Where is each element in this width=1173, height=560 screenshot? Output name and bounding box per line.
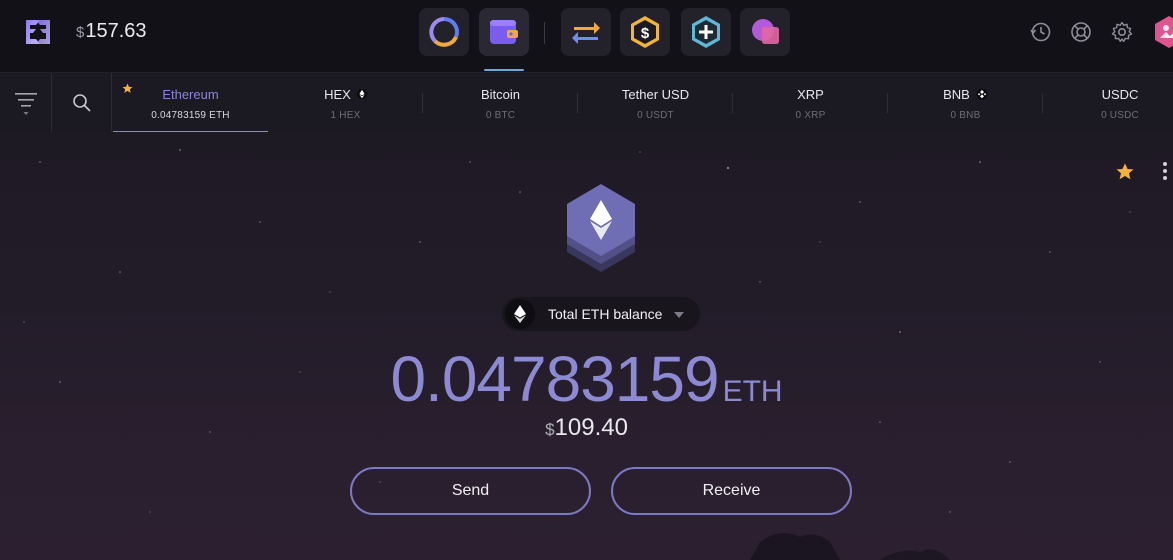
portfolio-value: 157.63 bbox=[85, 20, 147, 42]
asset-tab-balance: 1 HEX bbox=[330, 110, 361, 121]
history-button[interactable] bbox=[1029, 20, 1053, 44]
profile-avatar-icon bbox=[1155, 16, 1173, 48]
filter-icon bbox=[14, 93, 37, 115]
settings-button[interactable] bbox=[1110, 20, 1134, 44]
asset-tab-name: Ethereum bbox=[162, 87, 219, 102]
active-app-indicator bbox=[484, 69, 524, 71]
asset-tab-name: USDC bbox=[1101, 87, 1139, 102]
asset-tab-balance: 0.04783159 ETH bbox=[151, 110, 230, 121]
plus-app-button[interactable] bbox=[681, 8, 731, 56]
support-button[interactable] bbox=[1069, 20, 1093, 44]
portfolio-app-button[interactable] bbox=[419, 8, 469, 56]
blob-app-button[interactable] bbox=[740, 8, 790, 56]
receive-button[interactable]: Receive bbox=[611, 467, 852, 515]
exchange-app-button[interactable] bbox=[561, 8, 611, 56]
history-icon bbox=[1030, 22, 1051, 42]
asset-tab-bitcoin[interactable]: Bitcoin 0 BTC bbox=[423, 73, 578, 133]
chevron-down-icon bbox=[674, 305, 685, 323]
dollar-app-button[interactable]: $ bbox=[620, 8, 670, 56]
wallet-app-button[interactable] bbox=[479, 8, 529, 56]
balance-type-label: Total ETH balance bbox=[548, 306, 663, 322]
purple-blob-app-icon bbox=[752, 19, 779, 44]
profile-button[interactable] bbox=[1152, 14, 1173, 50]
fiat-currency: $ bbox=[545, 420, 555, 439]
portfolio-currency: $ bbox=[76, 24, 85, 41]
asset-tab-balance: 0 BTC bbox=[485, 110, 516, 121]
wallet-icon bbox=[490, 20, 518, 44]
bnb-icon bbox=[976, 88, 988, 103]
app-divider bbox=[544, 22, 545, 44]
asset-tab-balance: 0 USDT bbox=[637, 110, 674, 121]
asset-tab-name: XRP bbox=[797, 87, 824, 102]
asset-tab-name-row: HEX bbox=[268, 87, 423, 103]
asset-tab-usdc[interactable]: USDC 0 USDC bbox=[1043, 73, 1173, 133]
crypto-balance-unit: ETH bbox=[722, 375, 783, 408]
fiat-balance: $109.40 bbox=[0, 414, 1173, 442]
crypto-balance-amount: 0.04783159 bbox=[390, 343, 719, 415]
exchange-icon bbox=[572, 22, 600, 44]
asset-tab-balance: 0 XRP bbox=[795, 110, 826, 121]
asset-tab-bnb[interactable]: BNB 0 BNB bbox=[888, 73, 1043, 133]
asset-search-button[interactable] bbox=[52, 73, 112, 133]
support-lifebuoy-icon bbox=[1071, 22, 1091, 42]
asset-tab-xrp[interactable]: XRP 0 XRP bbox=[733, 73, 888, 133]
asset-tab-balance: 0 USDC bbox=[1101, 110, 1139, 121]
asset-tab-tether[interactable]: Tether USD 0 USDT bbox=[578, 73, 733, 133]
favorite-star-button[interactable] bbox=[1115, 162, 1135, 187]
settings-gear-icon bbox=[1111, 21, 1133, 42]
svg-text:$: $ bbox=[641, 25, 650, 42]
plus-hexagon-icon bbox=[692, 16, 720, 48]
portfolio-ring-icon bbox=[429, 17, 459, 47]
star-icon bbox=[1116, 163, 1134, 180]
asset-tab-name: HEX bbox=[324, 87, 351, 102]
wallet-main-panel: Total ETH balance 0.04783159 ETH $109.40 … bbox=[0, 132, 1173, 560]
asset-tab-hex[interactable]: HEX 1 HEX bbox=[268, 73, 423, 133]
more-options-button[interactable] bbox=[1160, 160, 1170, 182]
asset-tab-name-row: BNB bbox=[888, 87, 1043, 103]
balance-type-dropdown[interactable]: Total ETH balance bbox=[502, 297, 700, 331]
search-icon bbox=[72, 94, 91, 112]
filter-menu-button[interactable] bbox=[0, 73, 52, 133]
asset-tab-name: BNB bbox=[943, 87, 970, 102]
asset-tab-balance: 0 BNB bbox=[950, 110, 981, 121]
ethereum-coin-icon bbox=[560, 180, 642, 276]
exodus-logo-icon bbox=[20, 14, 56, 50]
eth-diamond-icon bbox=[356, 88, 367, 103]
ethereum-mini-icon bbox=[505, 299, 535, 329]
send-button[interactable]: Send bbox=[350, 467, 591, 515]
top-bar: $157.63 $ bbox=[0, 0, 1173, 72]
portfolio-total: $157.63 bbox=[76, 20, 147, 43]
asset-tab-name: Bitcoin bbox=[480, 87, 521, 102]
asset-tab-name: Tether USD bbox=[621, 87, 690, 102]
crypto-balance: 0.04783159 ETH bbox=[0, 342, 1173, 416]
asset-tab-bar: Ethereum 0.04783159 ETH HEX 1 HEX Bitcoi… bbox=[0, 72, 1173, 133]
dollar-hexagon-icon: $ bbox=[631, 16, 659, 48]
asset-tab-ethereum[interactable]: Ethereum 0.04783159 ETH bbox=[113, 73, 268, 133]
more-vertical-icon bbox=[1163, 162, 1167, 180]
fiat-value: 109.40 bbox=[554, 414, 628, 441]
